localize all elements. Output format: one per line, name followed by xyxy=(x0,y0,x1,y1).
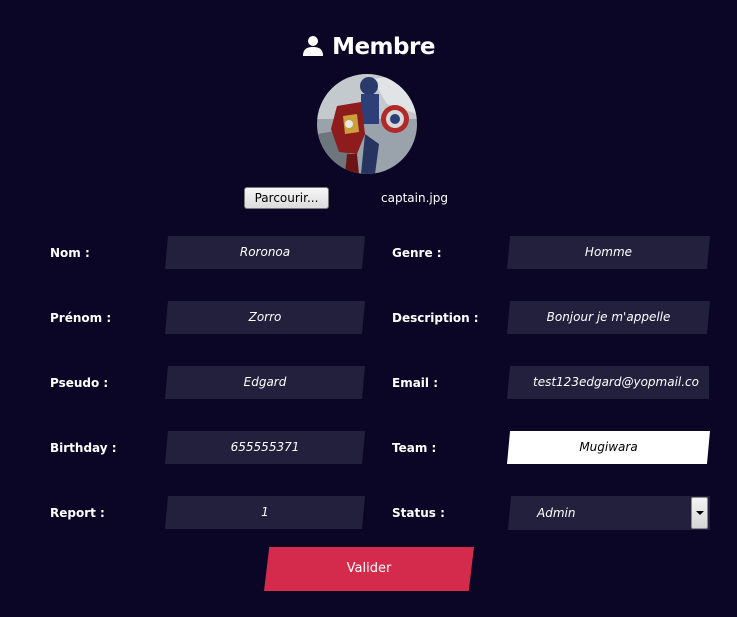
email-input[interactable]: test123edgard@yopmail.co xyxy=(507,366,709,399)
email-label: Email : xyxy=(392,376,439,390)
page-title-text: Membre xyxy=(332,34,435,60)
nom-label: Nom : xyxy=(50,246,90,260)
team-input[interactable]: Mugiwara xyxy=(507,431,710,464)
chevron-down-icon[interactable] xyxy=(691,497,708,529)
genre-label: Genre : xyxy=(392,246,442,260)
avatar xyxy=(317,74,417,174)
description-label: Description : xyxy=(392,311,479,325)
avatar-image xyxy=(317,74,417,174)
status-label: Status : xyxy=(392,506,445,520)
prenom-input[interactable]: Zorro xyxy=(165,301,365,334)
birthday-label: Birthday : xyxy=(50,441,117,455)
report-input[interactable]: 1 xyxy=(165,496,365,529)
user-icon xyxy=(303,36,324,56)
status-select[interactable]: Admin xyxy=(508,496,710,530)
pseudo-input[interactable]: Edgard xyxy=(165,366,365,399)
description-input[interactable]: Bonjour je m'appelle xyxy=(507,301,710,334)
report-label: Report : xyxy=(50,506,105,520)
status-selected-value: Admin xyxy=(537,506,576,520)
selected-file-name: captain.jpg xyxy=(381,191,448,205)
browse-file-button[interactable]: Parcourir... xyxy=(244,187,329,209)
page-title: Membre xyxy=(0,30,737,64)
nom-input[interactable]: Roronoa xyxy=(165,236,365,269)
genre-input[interactable]: Homme xyxy=(507,236,710,269)
submit-button[interactable]: Valider xyxy=(264,547,474,591)
prenom-label: Prénom : xyxy=(50,311,112,325)
team-label: Team : xyxy=(392,441,437,455)
pseudo-label: Pseudo : xyxy=(50,376,109,390)
birthday-input[interactable]: 655555371 xyxy=(165,431,365,464)
